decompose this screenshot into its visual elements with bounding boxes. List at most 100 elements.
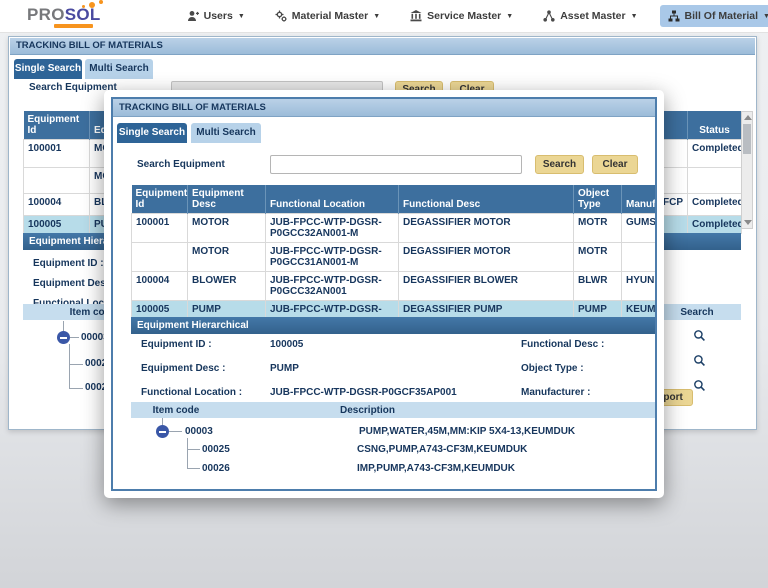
- tree-line: [187, 468, 200, 469]
- col-status: Status: [688, 111, 742, 140]
- cell-functional-location: JUB-FPCC-WTP-DGSR-P0GCC32AN001-M: [266, 214, 399, 243]
- cell-functional-desc: DEGASSIFIER MOTOR: [399, 214, 574, 243]
- nav-item-bill-of-material[interactable]: Bill Of Material ▼: [660, 5, 768, 27]
- cell-status: Completed: [688, 216, 742, 234]
- table-row[interactable]: 100001 MOTOR JUB-FPCC-WTP-DGSR-P0GCC32AN…: [132, 214, 658, 243]
- nav-item-material-master[interactable]: Material Master ▼: [267, 5, 388, 27]
- prosol-logo[interactable]: PROSOL: [27, 3, 101, 29]
- cell-manufacturer: [622, 243, 658, 272]
- page-title: TRACKING BILL OF MATERIALS: [10, 38, 755, 55]
- cell-id: 100004: [132, 272, 188, 301]
- nav-item-service-master[interactable]: Service Master ▼: [402, 5, 521, 27]
- cell-desc: BLOWER: [188, 272, 266, 301]
- modal-tab-multi-search[interactable]: Multi Search: [191, 123, 261, 143]
- cell-id: 100005: [132, 301, 188, 319]
- tree-node-desc: CSNG,PUMP,A743-CF3M,KEUMDUK: [357, 444, 527, 455]
- nav-item-label: Asset Master: [560, 10, 625, 22]
- cell-manufacturer: KEUMDU: [622, 301, 658, 319]
- cell-object-type: MOTR: [574, 214, 622, 243]
- equipment-desc-value: PUMP: [270, 363, 299, 374]
- cell-functional-desc: DEGASSIFIER PUMP: [399, 301, 574, 319]
- tree-collapse-icon[interactable]: [57, 331, 70, 344]
- cell-functional-location: JUB-FPCC-WTP-DGSR-P0GCC32AN001: [266, 272, 399, 301]
- cell-desc: MOTOR: [188, 243, 266, 272]
- search-icon[interactable]: [693, 329, 706, 342]
- chevron-down-icon: ▼: [506, 13, 513, 20]
- manufacturer-label: Manufacturer :: [521, 387, 590, 398]
- scroll-thumb[interactable]: [743, 124, 751, 154]
- cell-manufacturer: HYUNDA: [622, 272, 658, 301]
- tree-node-code[interactable]: 00003: [185, 426, 213, 437]
- col-equipment-id: Equipment Id: [132, 185, 188, 214]
- clear-button[interactable]: Clear: [592, 155, 638, 174]
- tree-node-desc: IMP,PUMP,A743-CF3M,KEUMDUK: [357, 463, 515, 474]
- tab-multi-search[interactable]: Multi Search: [85, 59, 153, 79]
- table-scrollbar[interactable]: [741, 111, 753, 229]
- cell-desc: PUMP: [188, 301, 266, 319]
- user-plus-icon: [187, 10, 199, 22]
- tree-node-desc: PUMP,WATER,45M,MM:KIP 5X4-13,KEUMDUK: [359, 426, 575, 437]
- table-row[interactable]: MOTOR JUB-FPCC-WTP-DGSR-P0GCC31AN001-M D…: [132, 243, 658, 272]
- functional-location-label: Functional Location :: [141, 387, 242, 398]
- cell-functional-desc: DEGASSIFIER BLOWER: [399, 272, 574, 301]
- nav-item-users[interactable]: Users ▼: [179, 5, 253, 27]
- col-object-type: Object Type: [574, 185, 622, 214]
- network-icon: [543, 10, 555, 22]
- equipment-hierarchical-header: Equipment Hierarchical: [131, 317, 657, 334]
- equipment-id-value: 100005: [270, 339, 303, 350]
- modal-tab-single-search[interactable]: Single Search: [117, 123, 187, 143]
- col-equipment-desc: Equipment Desc: [188, 185, 266, 214]
- cell-status: Completed: [688, 194, 742, 216]
- tree-line: [69, 344, 70, 389]
- logo-text-pro: PRO: [27, 5, 65, 24]
- table-row[interactable]: 100004 BLOWER JUB-FPCC-WTP-DGSR-P0GCC32A…: [132, 272, 658, 301]
- equipment-id-label: Equipment ID :: [33, 258, 104, 269]
- cell-object-type: MOTR: [574, 243, 622, 272]
- cell-id: 100001: [24, 140, 90, 168]
- search-icon[interactable]: [693, 379, 706, 392]
- equipment-desc-label: Equipment Desc :: [141, 363, 225, 374]
- equipment-table-wrap: Equipment Id Equipment Desc Functional L…: [131, 185, 657, 319]
- search-equipment-input[interactable]: [270, 155, 522, 174]
- nav-item-asset-master[interactable]: Asset Master ▼: [535, 5, 645, 27]
- cell-functional-desc: DEGASSIFIER MOTOR: [399, 243, 574, 272]
- tree-collapse-icon[interactable]: [156, 425, 169, 438]
- scroll-up-icon[interactable]: [744, 115, 752, 120]
- chevron-down-icon: ▼: [631, 13, 638, 20]
- tree-line: [187, 438, 188, 469]
- functional-location-value: JUB-FPCC-WTP-DGSR-P0GCF35AP001: [270, 387, 457, 398]
- tree-line: [70, 337, 79, 338]
- item-table-header: Item code Description: [131, 402, 657, 418]
- tree-node-code[interactable]: 00026: [202, 463, 230, 474]
- equipment-id-label: Equipment ID :: [141, 339, 212, 350]
- tracking-bom-modal: TRACKING BILL OF MATERIALS Single Search…: [104, 90, 664, 498]
- nav-item-label: Service Master: [427, 10, 501, 22]
- search-icon[interactable]: [693, 354, 706, 367]
- search-col-header: Search: [653, 307, 741, 318]
- object-type-label: Object Type :: [521, 363, 584, 374]
- modal-title: TRACKING BILL OF MATERIALS: [113, 99, 655, 117]
- chevron-down-icon: ▼: [373, 13, 380, 20]
- tree-line: [187, 449, 200, 450]
- functional-desc-label: Functional Desc :: [521, 339, 604, 350]
- logo-molecule-icon: [89, 2, 95, 8]
- tab-single-search[interactable]: Single Search: [14, 59, 82, 79]
- cell-id: [24, 168, 90, 194]
- top-navbar: PROSOL Users ▼ Material Master ▼ Service…: [0, 0, 768, 33]
- nav-item-label: Material Master: [292, 10, 368, 22]
- equipment-table: Equipment Id Equipment Desc Functional L…: [131, 185, 657, 319]
- nav-item-label: Users: [204, 10, 233, 22]
- search-equipment-label: Search Equipment: [137, 159, 225, 170]
- description-header: Description: [221, 405, 657, 416]
- scroll-down-icon[interactable]: [744, 220, 752, 225]
- main-menu: Users ▼ Material Master ▼ Service Master…: [179, 5, 768, 27]
- cell-id: [132, 243, 188, 272]
- cell-desc: MOTOR: [188, 214, 266, 243]
- bank-icon: [410, 10, 422, 22]
- tree-line: [69, 364, 83, 365]
- table-row-selected[interactable]: 100005 PUMP JUB-FPCC-WTP-DGSR- DEGASSIFI…: [132, 301, 658, 319]
- cell-object-type: PUMP: [574, 301, 622, 319]
- tree-node-code[interactable]: 00025: [202, 444, 230, 455]
- search-button[interactable]: Search: [535, 155, 584, 174]
- tree-line: [69, 388, 83, 389]
